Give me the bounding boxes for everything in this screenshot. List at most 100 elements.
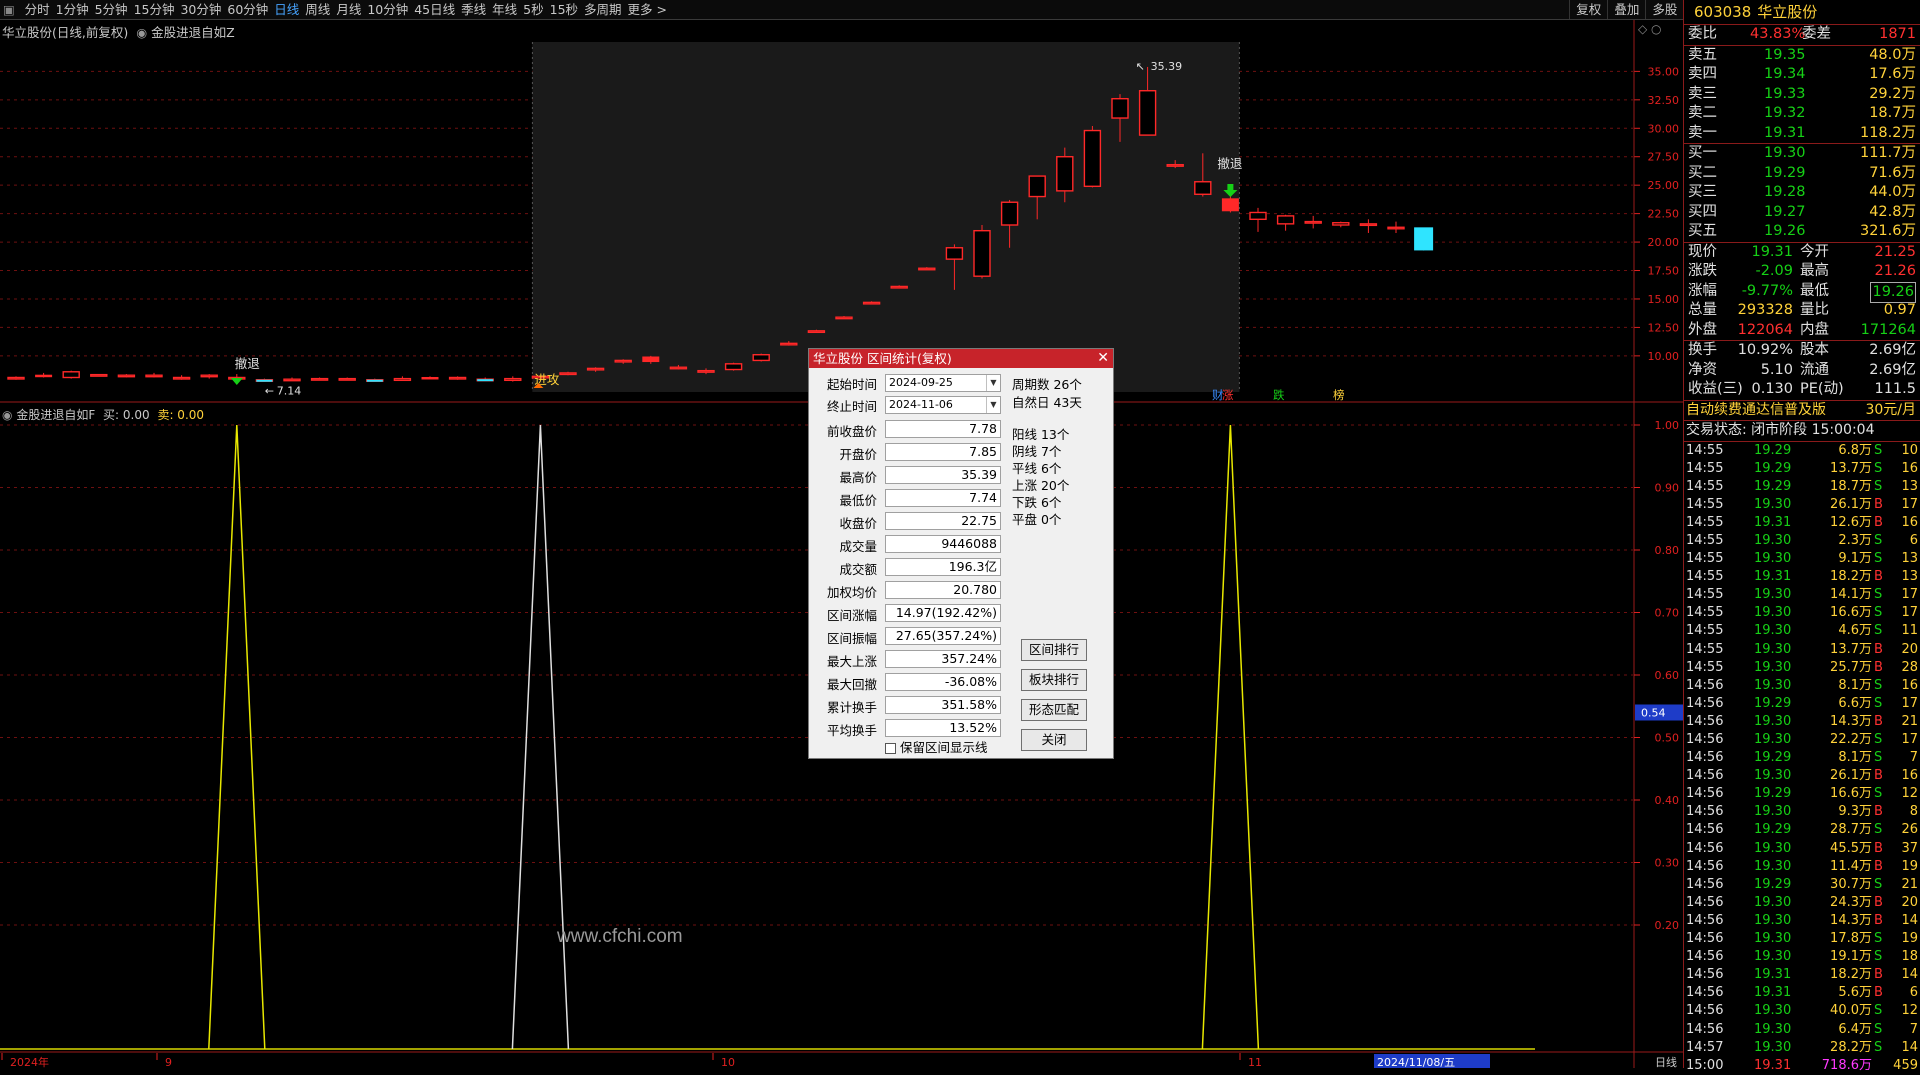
tick-row[interactable]: 14:56 19.30 9.3万 B 8 bbox=[1684, 803, 1920, 821]
candle[interactable] bbox=[724, 362, 743, 371]
event-marker[interactable]: 榜 bbox=[1333, 388, 1345, 402]
tick-row[interactable]: 14:55 19.30 14.1万 S 17 bbox=[1684, 586, 1920, 604]
tick-row[interactable]: 14:56 19.29 16.6万 S 12 bbox=[1684, 785, 1920, 803]
range-selection[interactable] bbox=[532, 42, 1240, 392]
tick-row[interactable]: 15:00 19.31 718.6万 459 bbox=[1684, 1057, 1920, 1075]
candle[interactable] bbox=[559, 371, 577, 376]
tick-row[interactable]: 14:56 19.31 18.2万 B 14 bbox=[1684, 966, 1920, 984]
dialog-button-2[interactable]: 形态匹配 bbox=[1021, 699, 1087, 721]
candle[interactable] bbox=[90, 373, 108, 377]
dialog-titlebar[interactable]: 华立股份 区间统计(复权) ✕ bbox=[809, 349, 1113, 368]
osc-tick-label: 0.80 bbox=[1655, 544, 1680, 557]
candle[interactable] bbox=[7, 376, 25, 380]
tick-row[interactable]: 14:56 19.30 11.4万 B 19 bbox=[1684, 858, 1920, 876]
tick-cell-4: 21 bbox=[1901, 713, 1918, 729]
tick-row[interactable]: 14:56 19.29 28.7万 S 26 bbox=[1684, 821, 1920, 839]
candle-flat[interactable] bbox=[366, 379, 383, 382]
tick-row[interactable]: 14:56 19.29 30.7万 S 21 bbox=[1684, 876, 1920, 894]
candle[interactable] bbox=[448, 376, 467, 380]
tick-row[interactable]: 14:55 19.30 13.7万 B 20 bbox=[1684, 641, 1920, 659]
tick-list[interactable]: 14:55 19.29 6.8万 S 10 14:55 19.29 13.7万 S 16 14:55… bbox=[1684, 442, 1920, 1075]
candle[interactable] bbox=[310, 377, 329, 381]
dialog-button-1[interactable]: 板块排行 bbox=[1021, 669, 1087, 691]
candle[interactable] bbox=[1359, 219, 1378, 233]
tick-row[interactable]: 14:55 19.30 2.3万 S 6 bbox=[1684, 532, 1920, 550]
candle[interactable] bbox=[1083, 126, 1102, 188]
tick-row[interactable]: 14:55 19.30 9.1万 S 13 bbox=[1684, 550, 1920, 568]
dialog-button-0[interactable]: 区间排行 bbox=[1021, 639, 1087, 661]
candle[interactable] bbox=[1332, 221, 1350, 228]
tick-row[interactable]: 14:56 19.29 6.6万 S 17 bbox=[1684, 695, 1920, 713]
candle-flat[interactable] bbox=[256, 379, 273, 382]
event-marker[interactable]: 涨 bbox=[1222, 388, 1234, 402]
candle[interactable] bbox=[973, 225, 991, 279]
tick-row[interactable]: 14:55 19.30 26.1万 B 17 bbox=[1684, 496, 1920, 514]
tick-row[interactable]: 14:55 19.29 6.8万 S 10 bbox=[1684, 442, 1920, 460]
event-marker[interactable]: 跌 bbox=[1273, 388, 1285, 402]
tick-row[interactable]: 14:56 19.30 17.8万 S 19 bbox=[1684, 930, 1920, 948]
tick-row[interactable]: 14:56 19.30 19.1万 S 18 bbox=[1684, 948, 1920, 966]
tick-row[interactable]: 14:56 19.30 14.3万 B 14 bbox=[1684, 912, 1920, 930]
start-time-select[interactable]: 2024-09-25 ▼ bbox=[885, 374, 1001, 392]
candle[interactable] bbox=[283, 377, 301, 382]
tick-row[interactable]: 14:56 19.30 24.3万 B 20 bbox=[1684, 894, 1920, 912]
candle[interactable] bbox=[338, 377, 356, 381]
candle[interactable] bbox=[35, 372, 53, 378]
candle[interactable] bbox=[145, 372, 163, 378]
candle[interactable] bbox=[200, 374, 218, 379]
tick-cell-4: 7 bbox=[1909, 750, 1918, 766]
dropdown-arrow-icon[interactable]: ▼ bbox=[986, 375, 1000, 391]
tick-row[interactable]: 14:56 19.30 22.2万 S 17 bbox=[1684, 731, 1920, 749]
tick-row[interactable]: 14:55 19.30 16.6万 S 17 bbox=[1684, 604, 1920, 622]
close-icon[interactable]: ✕ bbox=[1097, 349, 1109, 368]
candle[interactable] bbox=[1414, 227, 1434, 251]
candle[interactable] bbox=[62, 370, 80, 379]
checkbox-icon[interactable] bbox=[885, 743, 896, 754]
tick-row[interactable]: 14:56 19.31 5.6万 B 6 bbox=[1684, 984, 1920, 1002]
tick-cell-2: 18.7万 bbox=[1830, 478, 1872, 494]
candle[interactable] bbox=[1387, 221, 1405, 233]
ask-row: 卖二 19.32 18.7万 bbox=[1684, 104, 1920, 124]
tick-row[interactable]: 14:55 19.31 12.6万 B 16 bbox=[1684, 514, 1920, 532]
candle[interactable] bbox=[421, 376, 439, 380]
candle[interactable] bbox=[393, 376, 412, 382]
candle[interactable] bbox=[1276, 214, 1295, 231]
candle-flat[interactable] bbox=[477, 379, 494, 382]
tick-row[interactable]: 14:55 19.29 18.7万 S 13 bbox=[1684, 478, 1920, 496]
candle[interactable] bbox=[752, 353, 770, 362]
end-time-select[interactable]: 2024-11-06 ▼ bbox=[885, 396, 1001, 414]
fundamental-row-cell-1: 5.10 bbox=[1760, 361, 1793, 378]
tick-cell-1: 19.31 bbox=[1754, 967, 1792, 983]
tick-row[interactable]: 14:56 19.30 14.3万 B 21 bbox=[1684, 713, 1920, 731]
tick-row[interactable]: 14:55 19.30 4.6万 S 11 bbox=[1684, 622, 1920, 640]
tick-row[interactable]: 14:55 19.31 18.2万 B 13 bbox=[1684, 568, 1920, 586]
keep-range-line-checkbox[interactable]: 保留区间显示线 bbox=[885, 737, 988, 756]
candle[interactable] bbox=[1249, 207, 1267, 232]
xaxis-label: 9 bbox=[165, 1056, 172, 1068]
period-label[interactable]: 日线 bbox=[1655, 1055, 1677, 1068]
tick-row[interactable]: 14:56 19.30 26.1万 B 16 bbox=[1684, 767, 1920, 785]
tick-row[interactable]: 14:56 19.29 8.1万 S 7 bbox=[1684, 749, 1920, 767]
stat-label-9: 区间振幅 bbox=[826, 631, 877, 646]
candle[interactable] bbox=[1304, 215, 1322, 229]
tick-row[interactable]: 14:55 19.29 13.7万 S 16 bbox=[1684, 460, 1920, 478]
sub-indicator-name[interactable]: 金股进退自如F bbox=[16, 408, 95, 422]
tick-row[interactable]: 14:56 19.30 45.5万 B 37 bbox=[1684, 840, 1920, 858]
dialog-button-3[interactable]: 关闭 bbox=[1021, 729, 1087, 751]
candle[interactable] bbox=[504, 376, 522, 382]
tick-row[interactable]: 14:56 19.30 6.4万 S 7 bbox=[1684, 1021, 1920, 1039]
dropdown-arrow-icon[interactable]: ▼ bbox=[986, 397, 1000, 413]
tick-cell-3: S bbox=[1874, 551, 1883, 567]
ad-price[interactable]: 30元/月 bbox=[1865, 401, 1916, 421]
tick-row[interactable]: 14:55 19.30 25.7万 B 28 bbox=[1684, 659, 1920, 677]
sub-indicator-dot-icon[interactable]: ◉ bbox=[2, 408, 12, 422]
ad-banner[interactable]: 自动续费通达信普及版 30元/月 bbox=[1684, 401, 1920, 421]
candle[interactable] bbox=[172, 375, 191, 380]
candle[interactable] bbox=[117, 374, 136, 378]
stat-label-6: 成交额 bbox=[839, 562, 877, 577]
osc-peak[interactable] bbox=[1201, 424, 1260, 1050]
tick-row[interactable]: 14:56 19.30 40.0万 S 12 bbox=[1684, 1002, 1920, 1020]
ad-text[interactable]: 自动续费通达信普及版 bbox=[1686, 401, 1826, 421]
tick-row[interactable]: 14:56 19.30 8.1万 S 16 bbox=[1684, 677, 1920, 695]
tick-row[interactable]: 14:57 19.30 28.2万 S 14 bbox=[1684, 1039, 1920, 1057]
